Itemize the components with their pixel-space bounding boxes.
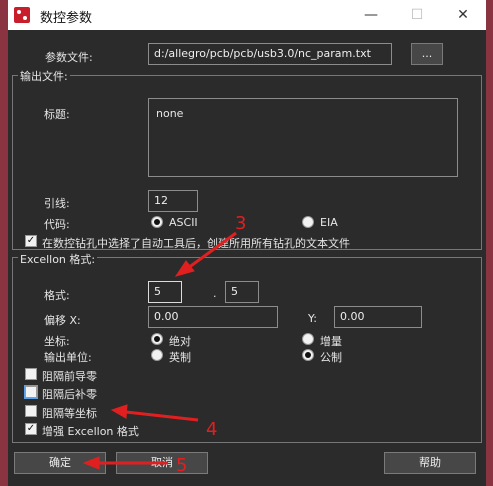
suppress-equal-checkbox[interactable] [25, 405, 37, 417]
header-textarea[interactable]: none [148, 98, 458, 177]
annotation-number-4: 4 [206, 419, 218, 440]
background-strip-left [0, 0, 8, 486]
header-label: 标题: [44, 108, 70, 121]
offset-x-input[interactable]: 0.00 [148, 306, 278, 328]
format-decimal-input[interactable]: 5 [225, 281, 259, 303]
help-button[interactable]: 帮助 [384, 452, 476, 474]
code-eia-label: EIA [320, 216, 338, 229]
unit-english-label: 英制 [169, 351, 191, 364]
unit-metric-label: 公制 [320, 351, 342, 364]
coord-absolute-label: 绝对 [169, 335, 191, 348]
suppress-equal-label: 阻隔等坐标 [42, 407, 97, 420]
close-icon[interactable]: ✕ [440, 0, 486, 30]
auto-tool-label: 在数控钻孔中选择了自动工具后，创建所用所有钻孔的文本文件 [42, 237, 350, 250]
format-label: 格式: [44, 289, 70, 302]
offset-y-input[interactable]: 0.00 [334, 306, 422, 328]
unit-label: 输出单位: [44, 351, 92, 364]
enhanced-excellon-label: 增强 Excellon 格式 [42, 425, 139, 438]
unit-english-radio[interactable] [151, 349, 163, 361]
offset-y-label: Y: [308, 312, 317, 325]
param-file-input[interactable]: d:/allegro/pcb/pcb/usb3.0/nc_param.txt [148, 43, 392, 65]
param-file-label: 参数文件: [45, 51, 93, 64]
enhanced-excellon-checkbox[interactable]: ✓ [25, 423, 37, 435]
auto-tool-checkbox[interactable]: ✓ [25, 235, 37, 247]
suppress-trailing-checkbox[interactable] [24, 385, 38, 399]
format-integer-input[interactable]: 5 [148, 281, 182, 303]
coord-incremental-radio[interactable] [302, 333, 314, 345]
suppress-leading-label: 阻隔前导零 [42, 370, 97, 383]
output-file-group-title: 输出文件: [18, 68, 70, 84]
code-ascii-label: ASCII [169, 216, 198, 229]
excellon-group-title: Excellon 格式: [18, 251, 98, 267]
window-title: 数控参数 [40, 11, 93, 26]
dialog-window: 数控参数 — ☐ ✕ 参数文件: d:/allegro/pcb/pcb/usb3… [8, 0, 486, 486]
cancel-button[interactable]: 取消 [116, 452, 208, 474]
suppress-trailing-label: 阻隔后补零 [42, 388, 97, 401]
offset-x-label: 偏移 X: [44, 314, 81, 327]
coord-incremental-label: 增量 [320, 335, 342, 348]
format-dot: . [213, 287, 217, 300]
leader-label: 引线: [44, 197, 70, 210]
title-bar: 数控参数 — ☐ ✕ [8, 0, 486, 30]
app-icon [14, 7, 30, 23]
unit-metric-radio[interactable] [302, 349, 314, 361]
code-ascii-radio[interactable] [151, 216, 163, 228]
annotation-number-5: 5 [176, 455, 188, 476]
ok-button[interactable]: 确定 [14, 452, 106, 474]
background-strip-right [486, 0, 493, 486]
code-label: 代码: [44, 218, 70, 231]
coord-label: 坐标: [44, 335, 70, 348]
browse-button[interactable]: ... [411, 43, 443, 65]
header-text: none [156, 107, 184, 120]
annotation-number-3: 3 [235, 213, 247, 234]
code-eia-radio[interactable] [302, 216, 314, 228]
coord-absolute-radio[interactable] [151, 333, 163, 345]
leader-input[interactable]: 12 [148, 190, 198, 212]
maximize-icon[interactable]: ☐ [394, 0, 440, 30]
minimize-icon[interactable]: — [348, 0, 394, 30]
suppress-leading-checkbox[interactable] [25, 368, 37, 380]
